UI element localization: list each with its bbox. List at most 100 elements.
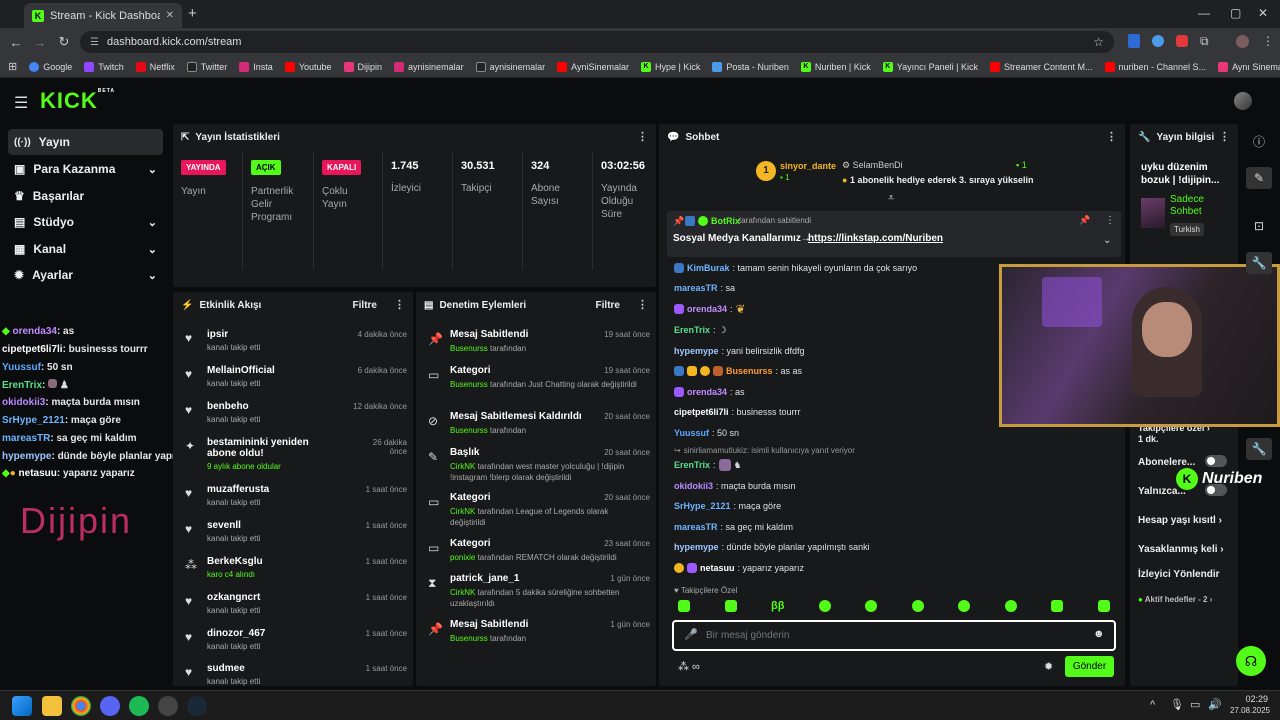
bookmark-item[interactable]: Netflix: [135, 61, 175, 72]
bookmark-item[interactable]: Posta - Nuriben: [712, 61, 789, 72]
taskbar-date[interactable]: 27.08.2025: [1224, 706, 1270, 715]
forward-icon[interactable]: →: [28, 35, 52, 50]
emote-icon[interactable]: ββ: [771, 600, 784, 616]
menu-icon[interactable]: ☰: [14, 93, 28, 113]
bookmark-item[interactable]: Twitter: [186, 61, 227, 72]
spotify-icon[interactable]: [129, 696, 149, 716]
emote-icon[interactable]: [1004, 600, 1017, 612]
sidebar-item-yayin[interactable]: ((·)) Yayın: [8, 129, 163, 155]
bookmark-item[interactable]: K Hype | Kick: [640, 61, 700, 72]
bookmark-item[interactable]: K Yayıncı Paneli | Kick: [882, 61, 978, 72]
browser-menu-icon[interactable]: ⋮: [1262, 34, 1274, 48]
microphone-icon[interactable]: 🎙: [1170, 698, 1184, 711]
subscribers-only-toggle[interactable]: [1205, 455, 1227, 467]
sidebar-item-basarilar[interactable]: ♛ Başarılar: [8, 183, 163, 209]
emote-icon[interactable]: [958, 600, 971, 612]
close-tab-icon[interactable]: ✕: [166, 10, 174, 21]
chat-input-box[interactable]: 🎤 ☻: [672, 620, 1116, 651]
taskbar-time[interactable]: 02:29: [1238, 694, 1268, 704]
active-goals[interactable]: ● Aktif hedefler - 2 ›: [1138, 595, 1212, 604]
extension-red-icon[interactable]: [1176, 35, 1188, 47]
sidebar-item-ayarlar[interactable]: ✹ Ayarlar ⌄: [8, 262, 163, 288]
sidebar-item-kanal[interactable]: ▦ Kanal ⌄: [8, 236, 163, 262]
sidebar-item-studyo[interactable]: ▤ Stüdyo ⌄: [8, 209, 163, 235]
chat-input[interactable]: [706, 627, 1046, 644]
edit-icon[interactable]: ✎: [1246, 167, 1272, 189]
discord-icon[interactable]: [100, 696, 120, 716]
emote-icon[interactable]: [678, 600, 690, 612]
bookmark-item[interactable]: Streamer Content M...: [989, 61, 1093, 72]
account-age-setting[interactable]: Hesap yaşı kısıtl ›: [1138, 515, 1222, 526]
banned-words-setting[interactable]: Yasaklanmış keli ›: [1138, 544, 1224, 555]
wrench-icon[interactable]: 🔧: [1246, 438, 1272, 460]
emote-icon[interactable]: [1051, 600, 1064, 612]
emoji-icon[interactable]: ☻: [1093, 628, 1105, 640]
bookmark-item[interactable]: Insta: [239, 61, 273, 72]
avatar[interactable]: [1234, 92, 1252, 110]
extension-globe-icon[interactable]: [1152, 35, 1164, 47]
bookmark-item[interactable]: Dijipin: [343, 61, 382, 72]
screenshot-icon[interactable]: ⊡: [1246, 215, 1272, 237]
site-info-icon[interactable]: ☰: [90, 37, 99, 48]
file-explorer-icon[interactable]: [42, 696, 62, 716]
window-close-icon[interactable]: ✕: [1258, 6, 1268, 20]
minimize-icon[interactable]: —: [1198, 6, 1210, 20]
chat-options-icon[interactable]: ⁂ ∞: [678, 660, 700, 673]
wrench-icon[interactable]: 🔧: [1246, 252, 1272, 274]
new-tab-icon[interactable]: +: [188, 5, 197, 22]
emote-icon[interactable]: [724, 600, 737, 612]
steam-icon[interactable]: [187, 696, 207, 716]
bookmark-item[interactable]: AyniSinemalar: [557, 61, 629, 72]
volume-icon[interactable]: 🔊: [1208, 698, 1222, 711]
bookmark-item[interactable]: aynisinemalar: [394, 61, 464, 72]
emote-icon[interactable]: [1097, 600, 1110, 612]
bookmark-star-icon[interactable]: ☆: [1093, 35, 1104, 49]
kebab-menu-icon[interactable]: ⋮: [1219, 130, 1230, 143]
kebab-menu-icon[interactable]: ⋮: [637, 298, 648, 311]
windows-start-icon[interactable]: [12, 696, 32, 716]
kebab-menu-icon[interactable]: ⋮: [1105, 215, 1115, 226]
profile-icon[interactable]: [1236, 35, 1249, 48]
collapse-icon[interactable]: ⩡: [888, 192, 894, 205]
sidebar-item-para-kazanma[interactable]: ▣ Para Kazanma ⌄: [8, 156, 163, 182]
extension-shield-icon[interactable]: [1128, 34, 1140, 48]
info-icon[interactable]: ⓘ: [1246, 130, 1272, 152]
microphone-icon[interactable]: 🎤: [684, 628, 698, 641]
tray-chevron-icon[interactable]: ^: [1150, 699, 1155, 711]
browser-tab-active[interactable]: K Stream - Kick Dashboard ✕: [24, 3, 182, 28]
top-gifter-name[interactable]: sinyor_dante: [780, 161, 836, 171]
support-headset-icon[interactable]: ☊: [1236, 646, 1266, 676]
bookmark-item[interactable]: aynisinemalar: [475, 61, 545, 72]
kebab-menu-icon[interactable]: ⋮: [1106, 130, 1117, 143]
chevron-down-icon[interactable]: ⌄: [1103, 235, 1111, 246]
unpin-button-icon[interactable]: 📌: [1079, 215, 1090, 226]
filter-button[interactable]: Filtre: [596, 300, 620, 311]
bookmark-item[interactable]: Twitch: [84, 61, 124, 72]
chat-settings-gear-icon[interactable]: ✹: [1044, 660, 1053, 673]
back-icon[interactable]: ←: [4, 35, 28, 50]
obs-icon[interactable]: [158, 696, 178, 716]
chrome-icon[interactable]: [71, 696, 91, 716]
kick-logo[interactable]: KICKBETA: [40, 88, 115, 114]
address-bar[interactable]: ☰ dashboard.kick.com/stream ☆: [80, 31, 1114, 53]
network-icon[interactable]: ▭: [1190, 698, 1200, 711]
bookmark-item[interactable]: nuriben - Channel S...: [1104, 61, 1206, 72]
filter-button[interactable]: Filtre: [353, 300, 377, 311]
apps-grid-icon[interactable]: ⊞: [8, 60, 17, 73]
extensions-puzzle-icon[interactable]: ⧉: [1200, 34, 1209, 49]
reload-icon[interactable]: ↻: [52, 34, 76, 50]
maximize-icon[interactable]: ▢: [1230, 6, 1241, 20]
category-name[interactable]: Sadece Sohbet: [1170, 194, 1232, 218]
bookmark-item[interactable]: K Nuriben | Kick: [800, 61, 871, 72]
bookmark-item[interactable]: Youtube: [284, 61, 332, 72]
viewer-redirect-setting[interactable]: İzleyici Yönlendir: [1138, 569, 1220, 580]
bookmark-item[interactable]: Google: [29, 61, 72, 72]
emote-icon[interactable]: [865, 600, 878, 612]
kebab-menu-icon[interactable]: ⋮: [394, 298, 405, 311]
bookmark-item[interactable]: Aynı Sinemalar - Ça...: [1218, 61, 1280, 72]
send-button[interactable]: Gönder: [1065, 656, 1114, 677]
pinned-link[interactable]: https://linkstap.com/Nuriben: [808, 233, 943, 244]
emote-icon[interactable]: [818, 600, 831, 612]
kebab-menu-icon[interactable]: ⋮: [637, 130, 648, 143]
emote-icon[interactable]: [911, 600, 924, 612]
